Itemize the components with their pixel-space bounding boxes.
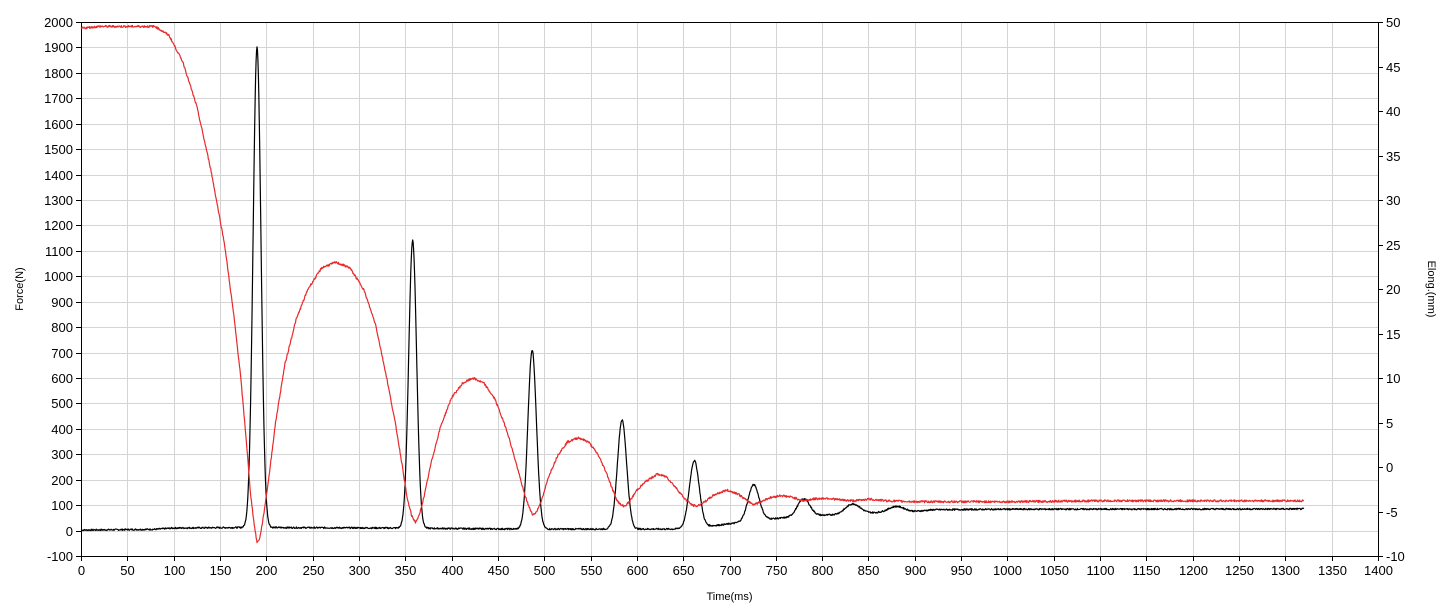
y-tick-label: 1800 xyxy=(44,66,73,81)
y2-axis-title: Elong.(mm) xyxy=(1425,261,1437,318)
grid xyxy=(81,22,1379,557)
x-tick-label: 950 xyxy=(951,563,973,578)
y2-tick-label: 20 xyxy=(1386,282,1400,297)
y2-tick-label: -5 xyxy=(1386,505,1398,520)
y2-tick-label: 10 xyxy=(1386,371,1400,386)
x-tick-label: 300 xyxy=(349,563,371,578)
x-tick-label: 350 xyxy=(395,563,417,578)
x-axis-title: Time(ms) xyxy=(706,591,752,603)
y-tick-label: 1200 xyxy=(44,218,73,233)
y2-tick-label: 40 xyxy=(1386,104,1400,119)
x-tick-label: 550 xyxy=(581,563,603,578)
y-tick-label: 1300 xyxy=(44,193,73,208)
y-tick-label: 1400 xyxy=(44,168,73,183)
y-tick-label: 1700 xyxy=(44,91,73,106)
x-tick-label: 1300 xyxy=(1271,563,1300,578)
y2-tick-label: 5 xyxy=(1386,416,1393,431)
y2-tick-label: 50 xyxy=(1386,15,1400,30)
y2-tick-label: 45 xyxy=(1386,60,1400,75)
x-tick-label: 150 xyxy=(210,563,232,578)
x-tick-label: 650 xyxy=(673,563,695,578)
x-tick-label: 1050 xyxy=(1040,563,1069,578)
y-tick-label: 600 xyxy=(51,371,73,386)
y-tick-label: 1000 xyxy=(44,269,73,284)
x-tick-label: 600 xyxy=(627,563,649,578)
y-tick-label: 0 xyxy=(66,524,73,539)
x-tick-label: 800 xyxy=(812,563,834,578)
x-tick-label: 850 xyxy=(858,563,880,578)
y-tick-label: 1500 xyxy=(44,142,73,157)
y-tick-label: 200 xyxy=(51,473,73,488)
x-tick-label: 900 xyxy=(905,563,927,578)
y-axis-title: Force(N) xyxy=(14,267,26,310)
x-tick-label: 450 xyxy=(488,563,510,578)
x-tick-label: 500 xyxy=(534,563,556,578)
x-tick-label: 400 xyxy=(442,563,464,578)
y2-tick-label: 15 xyxy=(1386,327,1400,342)
x-tick-label: 0 xyxy=(78,563,85,578)
x-tick-label: 1150 xyxy=(1133,563,1161,578)
y2-tick-label: 30 xyxy=(1386,193,1400,208)
force-series-line xyxy=(80,46,1305,532)
y-tick-label: 1100 xyxy=(45,244,73,259)
y-tick-label: 700 xyxy=(51,346,73,361)
x-tick-label: 750 xyxy=(766,563,788,578)
x-tick-label: 1400 xyxy=(1364,563,1393,578)
y2-tick-label: -10 xyxy=(1386,549,1405,564)
y-tick-label: -100 xyxy=(47,549,73,564)
y-tick-label: 800 xyxy=(51,320,73,335)
y2-tick-label: 0 xyxy=(1386,460,1393,475)
y2-tick-label: 35 xyxy=(1386,149,1400,164)
y-tick-label: 1900 xyxy=(44,40,73,55)
x-tick-label: 1100 xyxy=(1087,563,1115,578)
y-tick-label: 900 xyxy=(51,295,73,310)
force-elongation-chart: 0 50 100 150 200 250 300 350 400 450 500 550 600 650 7… xyxy=(14,15,1437,603)
y-tick-label: 300 xyxy=(51,447,73,462)
x-tick-label: 1200 xyxy=(1179,563,1208,578)
y-tick-label: 400 xyxy=(51,422,73,437)
x-tick-label: 1350 xyxy=(1318,563,1347,578)
x-tick-label: 700 xyxy=(720,563,742,578)
x-tick-label: 200 xyxy=(256,563,278,578)
x-tick-label: 1000 xyxy=(993,563,1022,578)
y-tick-label: 500 xyxy=(51,396,73,411)
x-tick-label: 1250 xyxy=(1225,563,1254,578)
y-tick-label: 100 xyxy=(51,498,73,513)
y-tick-label: 1600 xyxy=(44,117,73,132)
y2-tick-label: 25 xyxy=(1386,238,1400,253)
x-tick-label: 250 xyxy=(303,563,325,578)
series-layer xyxy=(80,24,1305,544)
y-tick-label: 2000 xyxy=(44,15,73,30)
x-tick-label: 50 xyxy=(120,563,134,578)
x-tick-label: 100 xyxy=(164,563,186,578)
